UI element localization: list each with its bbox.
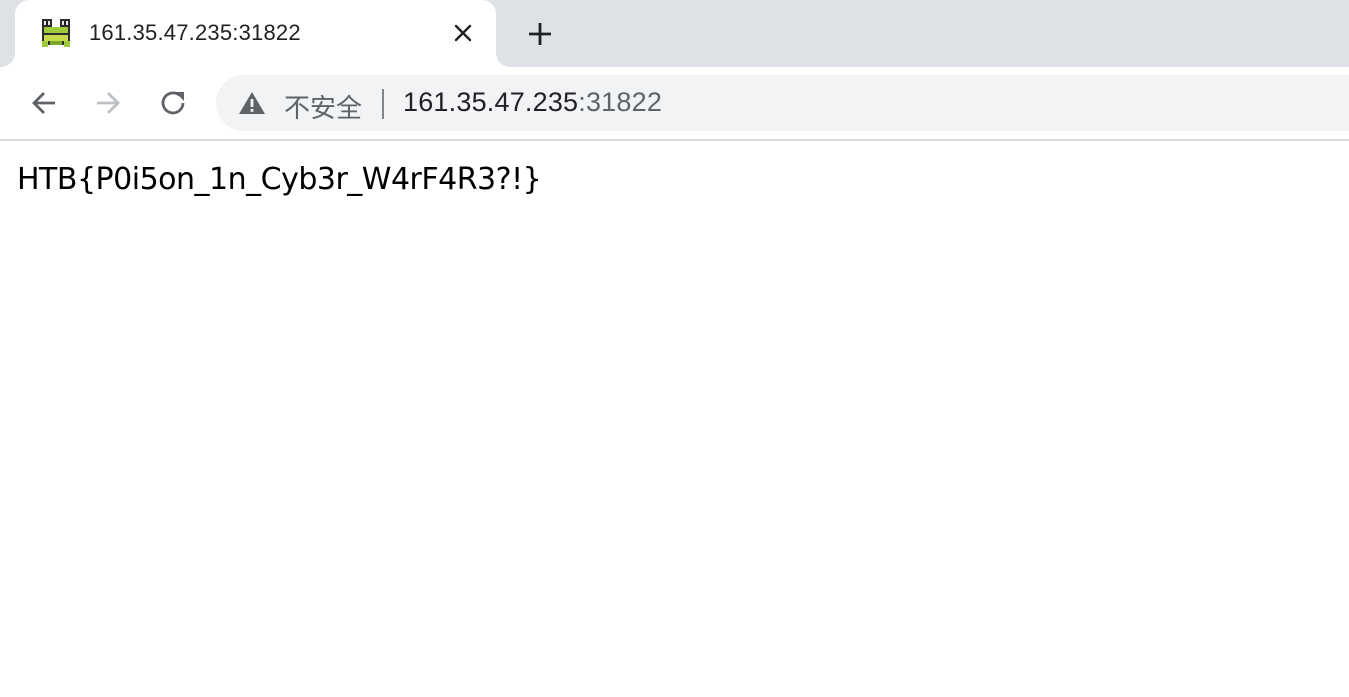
url-host: 161.35.47.235	[403, 87, 579, 117]
warning-icon[interactable]	[238, 90, 266, 116]
plus-icon[interactable]	[522, 16, 558, 52]
reload-icon[interactable]	[155, 85, 191, 121]
arrow-right-icon[interactable]	[90, 85, 126, 121]
tab-title: 161.35.47.235:31822	[89, 20, 301, 45]
address-bar[interactable]: 不安全 161.35.47.235:31822	[216, 75, 1349, 131]
toolbar-divider	[0, 139, 1349, 141]
arrow-left-icon[interactable]	[26, 85, 62, 121]
url-port: :31822	[578, 87, 663, 117]
tab-strip: 161.35.47.235:31822	[0, 0, 1349, 67]
frog-icon	[40, 17, 72, 49]
page-body-text: HTB{P0i5on_1n_Cyb3r_W4rF4R3?!}	[17, 162, 542, 197]
security-label[interactable]: 不安全	[284, 88, 362, 125]
omnibox-separator	[382, 89, 384, 119]
active-tab[interactable]: 161.35.47.235:31822	[15, 0, 496, 67]
close-icon[interactable]	[449, 19, 477, 47]
browser-toolbar: 不安全 161.35.47.235:31822	[0, 67, 1349, 140]
url-text[interactable]: 161.35.47.235:31822	[403, 87, 662, 118]
